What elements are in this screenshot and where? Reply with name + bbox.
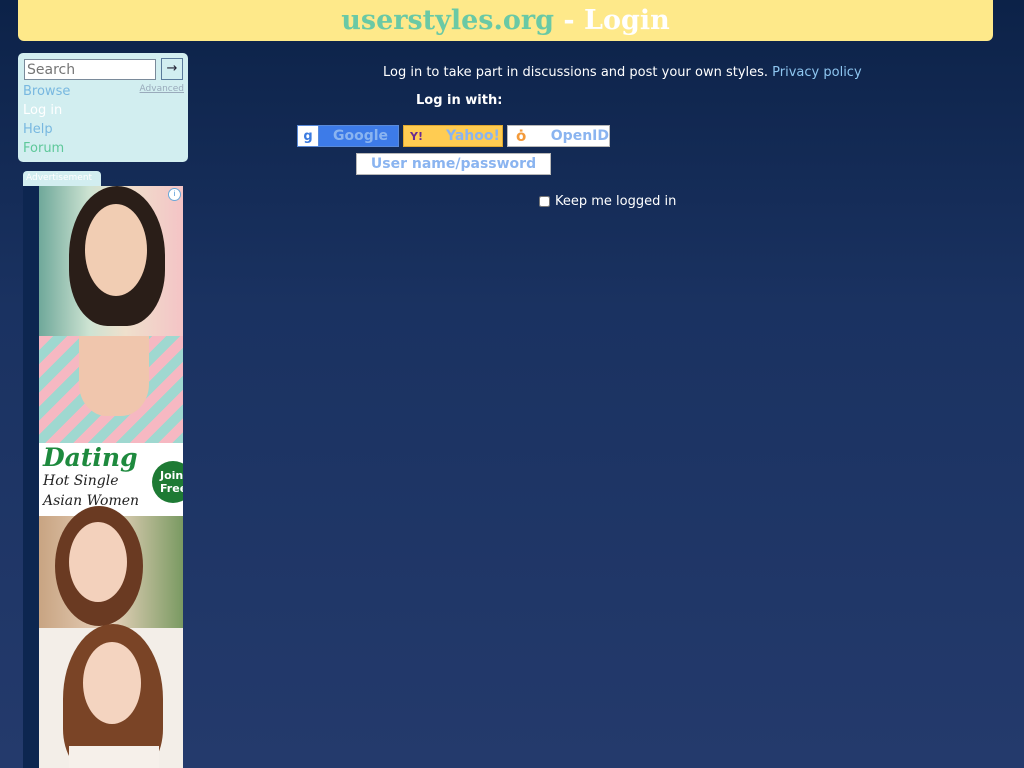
- advertisement-tab: Advertisement: [23, 171, 101, 186]
- title-separator: -: [553, 5, 584, 36]
- yahoo-login-button[interactable]: Y! Yahoo!: [403, 125, 503, 147]
- login-with-label: Log in with:: [416, 93, 503, 108]
- ad-headline: Dating: [43, 443, 138, 472]
- ad-photo-3: [39, 624, 183, 768]
- sidebar-item-browse[interactable]: Browse: [23, 82, 70, 101]
- openid-icon: ȯ: [516, 127, 527, 145]
- sidebar-nav: → Advanced Browse Log in Help Forum: [18, 53, 188, 162]
- site-name[interactable]: userstyles.org: [341, 5, 554, 36]
- sidebar-item-forum[interactable]: Forum: [23, 139, 70, 158]
- ad-photo-2: [39, 506, 183, 628]
- ad-subline-1: Hot Single: [43, 473, 119, 489]
- ad-photo-1: i: [39, 186, 183, 443]
- userpass-label: User name/password: [370, 156, 537, 172]
- yahoo-icon: Y!: [410, 129, 423, 143]
- openid-login-button[interactable]: ȯ OpenID: [507, 125, 610, 147]
- ad-text-block: Dating Hot Single Asian Women Join Free: [39, 443, 183, 516]
- advertisement-banner[interactable]: i Dating Hot Single Asian Women Join Fre…: [39, 186, 183, 768]
- sidebar-item-help[interactable]: Help: [23, 120, 70, 139]
- privacy-policy-link[interactable]: Privacy policy: [772, 65, 861, 80]
- keep-logged-in[interactable]: Keep me logged in: [539, 194, 676, 209]
- page-header: userstyles.org - Login: [18, 0, 993, 41]
- keep-logged-in-label: Keep me logged in: [555, 194, 677, 209]
- ad-side-strip: [23, 186, 39, 768]
- ad-choices-icon[interactable]: i: [168, 188, 181, 201]
- sidebar-menu: Browse Log in Help Forum: [23, 82, 70, 158]
- keep-logged-in-checkbox[interactable]: [539, 196, 550, 207]
- google-icon: g: [298, 126, 319, 146]
- ad-join-button[interactable]: Join Free: [152, 461, 183, 503]
- page-title: Login: [584, 5, 670, 36]
- google-label: Google: [333, 128, 389, 144]
- search-input[interactable]: [24, 59, 156, 80]
- username-password-button[interactable]: User name/password: [356, 153, 551, 175]
- yahoo-label: Yahoo!: [446, 128, 500, 144]
- google-login-button[interactable]: g Google: [297, 125, 399, 147]
- intro-text: Log in to take part in discussions and p…: [383, 65, 773, 80]
- advanced-search-link[interactable]: Advanced: [140, 84, 184, 94]
- openid-label: OpenID: [550, 128, 609, 144]
- search-submit-button[interactable]: →: [161, 58, 183, 80]
- sidebar-item-login[interactable]: Log in: [23, 101, 70, 120]
- login-intro: Log in to take part in discussions and p…: [383, 65, 862, 80]
